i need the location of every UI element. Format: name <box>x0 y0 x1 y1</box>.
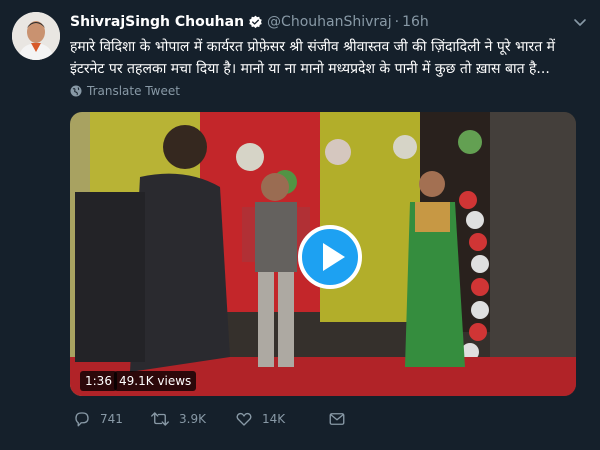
translate-label: Translate Tweet <box>87 84 180 98</box>
tweet-card[interactable]: ShivrajSingh Chouhan @ChouhanShivraj · 1… <box>0 0 600 450</box>
tweet-text: हमारे विदिशा के भोपाल में कार्यरत प्रोफ़… <box>70 39 556 77</box>
retweet-button[interactable]: 3.9K <box>150 410 206 428</box>
reply-icon <box>75 412 89 427</box>
retweet-icon <box>151 412 169 426</box>
chevron-down-icon[interactable] <box>572 14 588 30</box>
like-count: 14K <box>262 412 286 426</box>
retweet-count: 3.9K <box>179 412 206 426</box>
video-duration: 1:36 <box>80 371 117 391</box>
play-button[interactable] <box>298 225 362 289</box>
like-button[interactable]: 14K <box>235 410 285 428</box>
tweet-actions: 741 3.9K 14K <box>70 410 576 436</box>
play-icon <box>298 225 362 289</box>
translate-tweet-link[interactable]: Translate Tweet <box>70 84 180 98</box>
author-name[interactable]: ShivrajSingh Chouhan <box>70 12 244 32</box>
reply-count: 741 <box>100 412 123 426</box>
video-views: 49.1K views <box>114 371 197 391</box>
tweet-header: ShivrajSingh Chouhan @ChouhanShivraj · 1… <box>70 12 429 32</box>
tweet-timestamp[interactable]: 16h <box>402 12 429 32</box>
reply-button[interactable]: 741 <box>73 410 123 428</box>
verified-badge-icon <box>248 15 263 30</box>
avatar[interactable] <box>12 12 60 60</box>
heart-icon <box>236 412 252 426</box>
envelope-icon <box>329 413 345 425</box>
author-handle[interactable]: @ChouhanShivraj <box>267 12 392 32</box>
globe-icon <box>70 85 82 97</box>
message-button[interactable] <box>328 410 355 428</box>
avatar-photo <box>12 12 60 60</box>
header-separator: · <box>394 14 400 30</box>
